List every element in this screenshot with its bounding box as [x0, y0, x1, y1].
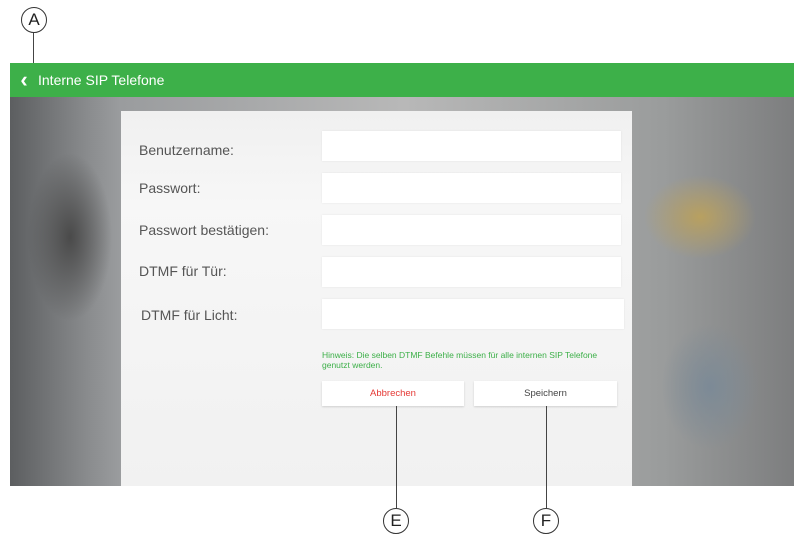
save-button[interactable]: Speichern	[474, 381, 617, 406]
save-button-label: Speichern	[524, 388, 567, 399]
callout-a: A	[21, 7, 47, 33]
callout-f-line	[546, 406, 547, 508]
password-confirm-label: Passwort bestätigen:	[139, 222, 269, 238]
dtmf-hint-text: Hinweis: Die selben DTMF Befehle müssen …	[322, 350, 598, 370]
password-input[interactable]	[322, 173, 621, 203]
password-confirm-input[interactable]	[322, 215, 621, 245]
callout-e: E	[383, 508, 409, 534]
chevron-left-icon[interactable]: ‹	[10, 63, 38, 97]
username-label: Benutzername:	[139, 142, 234, 158]
dtmf-light-label: DTMF für Licht:	[141, 307, 238, 323]
cancel-button-label: Abbrechen	[370, 388, 416, 399]
dtmf-door-input[interactable]	[322, 257, 621, 287]
callout-f: F	[533, 508, 559, 534]
dtmf-door-label: DTMF für Tür:	[139, 263, 227, 279]
sip-settings-panel: Benutzername: Passwort: Passwort bestäti…	[121, 111, 632, 486]
password-label: Passwort:	[139, 180, 201, 196]
callout-e-line	[396, 406, 397, 508]
page-title: Interne SIP Telefone	[38, 72, 165, 88]
cancel-button[interactable]: Abbrechen	[322, 381, 464, 406]
username-input[interactable]	[322, 131, 621, 161]
dtmf-light-input[interactable]	[322, 299, 624, 329]
app-screen: ‹ Interne SIP Telefone Benutzername: Pas…	[10, 63, 794, 486]
header-bar: ‹ Interne SIP Telefone	[10, 63, 794, 97]
